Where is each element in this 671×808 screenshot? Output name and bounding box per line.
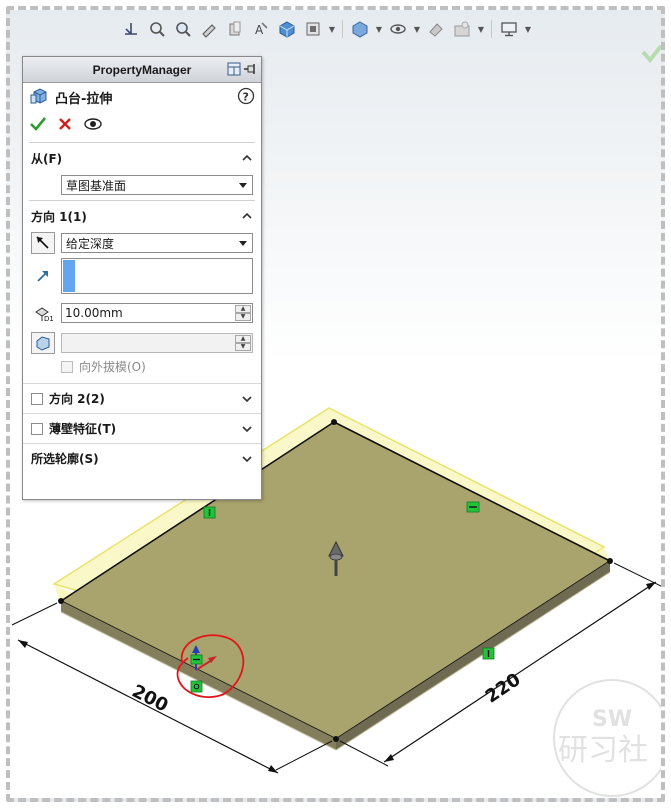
scene-icon[interactable] [451,18,473,40]
chevron-down-icon[interactable]: ▼ [477,25,485,34]
ok-check-icon[interactable] [29,115,47,136]
horizontal-relation-badge[interactable] [466,501,480,513]
svg-text:?: ? [243,90,249,103]
cancel-x-icon[interactable] [57,116,73,135]
svg-text:SW: SW [592,707,632,732]
hide-show-items-icon[interactable] [349,18,371,40]
from-section-header[interactable]: 从(F) [23,146,261,170]
draft-outward-checkbox[interactable] [61,360,73,373]
chevron-down-icon[interactable]: ▼ [328,25,336,34]
direction1-section-label: 方向 1(1) [31,209,87,224]
detailed-preview-eye-icon[interactable] [83,116,103,135]
feature-title: 凸台-拉伸 [55,91,113,107]
chevron-down-icon[interactable] [241,423,253,435]
spin-up-icon[interactable]: ▲ [235,305,251,313]
zoom-to-area-icon[interactable] [172,18,194,40]
direction2-section-label: 方向 2(2) [49,392,105,406]
draft-row: ▲ ▼ [23,332,261,354]
start-condition-dropdown[interactable]: 草图基准面 [61,175,253,195]
draft-outward-row: 向外拔模(O) [23,358,261,375]
direction-reference-selection-box[interactable] [61,258,253,294]
svg-text:A: A [255,23,264,37]
chevron-down-icon[interactable]: ▼ [524,25,532,34]
from-section-label: 从(F) [31,151,63,166]
end-condition-row: 给定深度 [23,232,261,254]
dimension-width-text[interactable]: 200 [128,681,171,717]
vertex[interactable] [607,558,613,564]
draft-angle-spinner[interactable]: ▲ ▼ [235,335,251,351]
direction2-checkbox[interactable] [31,392,43,405]
direction2-section-header[interactable]: 方向 2(2) [23,383,261,413]
confirmation-corner-check-icon[interactable] [641,44,661,64]
heads-up-view-toolbar: A ▼ ▼ ▼ ▼ ▼ [120,16,532,42]
dynamic-annotation-icon[interactable]: A [250,18,272,40]
spin-up-icon[interactable]: ▲ [235,335,251,343]
pin-icon[interactable] [243,62,257,79]
watermark-logo: SW 研习社 [553,679,661,797]
chevron-up-icon[interactable] [241,210,253,222]
direction-arrow-icon [31,265,55,287]
vertical-relation-badge[interactable] [482,647,495,660]
reverse-direction-button[interactable] [31,232,55,254]
vertex[interactable] [333,736,339,742]
spin-down-icon[interactable]: ▼ [235,313,251,321]
section-view-icon[interactable] [224,18,246,40]
spin-down-icon[interactable]: ▼ [235,343,251,351]
chevron-down-icon[interactable] [241,393,253,405]
vertical-relation-badge[interactable] [203,506,216,519]
feature-title-row: 凸台-拉伸 ? [23,83,261,111]
direction1-section-header[interactable]: 方向 1(1) [23,204,261,228]
zoom-to-fit-icon[interactable] [146,18,168,40]
previous-view-icon[interactable] [198,18,220,40]
chevron-down-icon[interactable] [236,178,250,192]
start-condition-row: 草图基准面 [23,174,261,196]
screenshot-frame: 200 220 SW 研习社 A ▼ ▼ ▼ ▼ ▼ PropertyManag… [6,6,665,802]
chevron-down-icon[interactable]: ▼ [375,25,383,34]
view-settings-monitor-icon[interactable] [498,18,520,40]
vertex[interactable] [58,598,64,604]
property-manager-header: PropertyManager [23,57,261,83]
chevron-down-icon[interactable]: ▼ [413,25,421,34]
chevron-down-icon[interactable] [241,453,253,465]
view-orientation-icon[interactable] [120,18,142,40]
property-manager-panel: PropertyManager 凸台-拉伸 ? 从(F) 草图基准面 方向 1(… [22,56,262,500]
thin-feature-checkbox[interactable] [31,422,43,435]
chevron-down-icon[interactable] [236,236,250,250]
dimension-depth-text[interactable]: 220 [482,669,525,707]
depth-input[interactable]: 10.00mm ▲ ▼ [61,303,253,323]
draft-toggle-button[interactable] [31,332,55,354]
view-orientation-cube-icon[interactable] [276,18,298,40]
depth-spinner[interactable]: ▲ ▼ [235,305,251,321]
thin-feature-section-label: 薄壁特征(T) [49,422,117,436]
draft-outward-label: 向外拔模(O) [79,360,146,374]
feature-action-bar [23,111,261,139]
pm-layout-icon[interactable] [227,62,241,79]
display-style-icon[interactable] [302,18,324,40]
chevron-up-icon[interactable] [241,152,253,164]
visibility-eye-icon[interactable] [387,18,409,40]
appearance-icon[interactable] [425,18,447,40]
vertex[interactable] [331,419,337,425]
depth-row: D1 10.00mm ▲ ▼ [23,302,261,324]
help-icon[interactable]: ? [237,87,255,108]
direction-vector-row [23,258,261,294]
end-condition-dropdown[interactable]: 给定深度 [61,233,253,253]
selected-contours-section-label: 所选轮廓(S) [31,452,99,466]
selected-contours-section-header[interactable]: 所选轮廓(S) [23,443,261,473]
draft-angle-input[interactable]: ▲ ▼ [61,333,253,353]
depth-icon: D1 [31,302,55,324]
svg-text:D1: D1 [44,315,53,322]
thin-feature-section-header[interactable]: 薄壁特征(T) [23,413,261,443]
boss-extrude-icon [29,86,49,109]
svg-text:研习社: 研习社 [558,733,648,768]
property-manager-title: PropertyManager [92,62,192,77]
